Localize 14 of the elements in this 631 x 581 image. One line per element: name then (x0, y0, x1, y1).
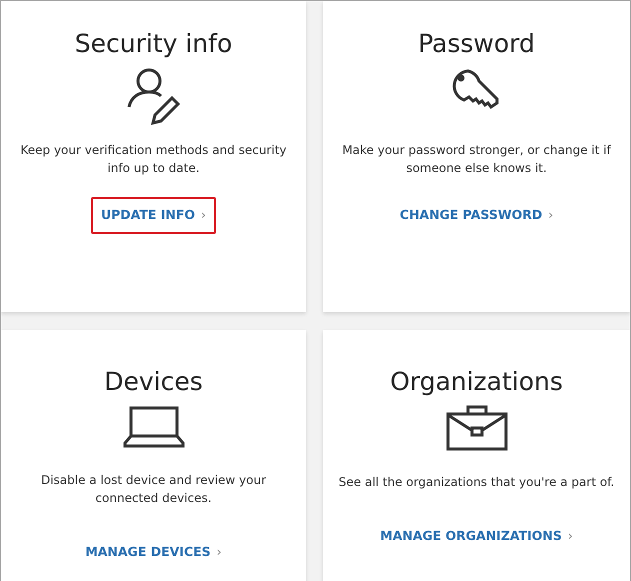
card-title: Organizations (390, 367, 563, 397)
briefcase-icon (446, 405, 508, 451)
card-link[interactable]: MANAGE ORGANIZATIONS › (370, 518, 583, 555)
card-description: See all the organizations that you're a part of. (338, 474, 614, 491)
laptop-icon (122, 405, 184, 449)
card-link[interactable]: UPDATE INFO › (90, 197, 216, 234)
card-link[interactable]: CHANGE PASSWORD › (390, 197, 564, 234)
card-description: Make your password stronger, or change it if someone else knows it. (341, 142, 612, 177)
card-description: Keep your verification methods and security info up to date. (19, 142, 288, 177)
card-title: Security info (74, 29, 232, 59)
card-title: Password (418, 29, 535, 59)
card-link[interactable]: MANAGE DEVICES › (75, 534, 232, 571)
card-description: Disable a lost device and review your connected devices. (40, 472, 268, 507)
card-title: Devices (104, 367, 203, 397)
